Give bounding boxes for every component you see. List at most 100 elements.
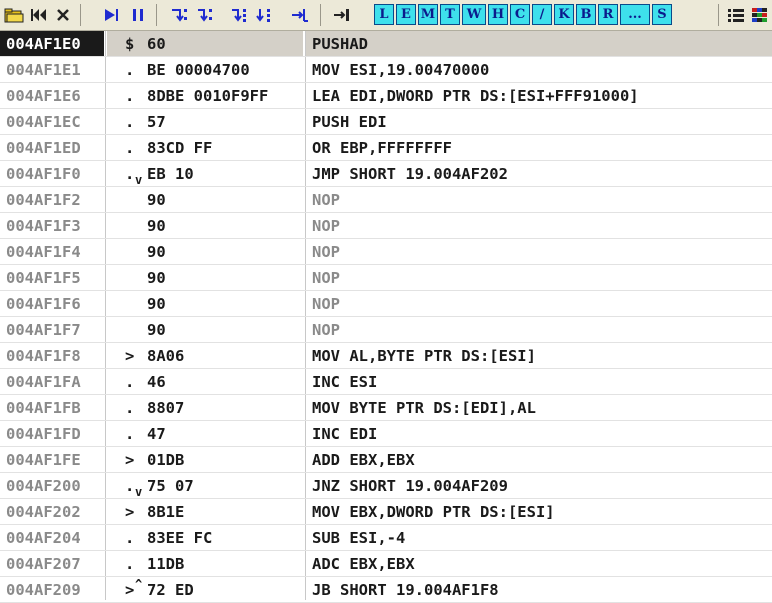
references-window-button[interactable]: R [598,4,618,25]
pause-icon[interactable] [126,4,150,25]
hex-dump-cell: . 8DBE 0010F9FF [107,83,303,109]
address-cell: 004AF1F5 [6,269,81,287]
disasm-row[interactable]: 004AF1F6 90 NOP [0,291,772,317]
disasm-row[interactable]: 004AF1FE >01DB ADD EBX,EBX [0,447,772,473]
disasm-row[interactable]: 004AF1F2 90 NOP [0,187,772,213]
disasm-row[interactable]: 004AF1FD . 47 INC EDI [0,421,772,447]
cpu-window-button[interactable]: C [510,4,530,25]
disasm-row[interactable]: 004AF1F3 90 NOP [0,213,772,239]
list-icon[interactable] [726,4,746,25]
hex-bytes: 11DB [147,555,185,573]
patches-window-button[interactable]: / [532,4,552,25]
hex-dump-cell: 90 [107,213,303,239]
threads-window-button[interactable]: T [440,4,460,25]
disassembly-cell: NOP [312,243,340,261]
restart-icon[interactable] [28,4,50,25]
trace-into-icon[interactable] [228,4,252,25]
disasm-row[interactable]: 004AF1FB. 8807 MOV BYTE PTR DS:[EDI],AL [0,395,772,421]
go-to-address-icon[interactable] [330,4,354,25]
hex-bytes: 01DB [147,451,185,469]
trace-over-icon[interactable] [254,4,278,25]
disasm-row[interactable]: 004AF1E1. BE 00004700 MOV ESI,19.00470000 [0,57,772,83]
address-cell: 004AF1FD [6,425,81,443]
execute-till-return-icon[interactable] [288,4,312,25]
disassembly-cell: JNZ SHORT 19.004AF209 [312,477,508,495]
flow-marker: > [125,451,135,469]
hex-dump-cell: $60 [107,31,303,57]
disasm-row[interactable]: 004AF1EC. 57 PUSH EDI [0,109,772,135]
disasm-row[interactable]: 004AF1E6. 8DBE 0010F9FF LEA EDI,DWORD PTR … [0,83,772,109]
modules-window-button[interactable]: E [396,4,416,25]
disasm-row[interactable]: 004AF209 >72 ED ^ JB SHORT 19.004AF1F8 [0,577,772,603]
hex-bytes: 8807 [147,399,185,417]
hex-dump-cell: . 47 [107,421,303,447]
disasm-row[interactable]: 004AF200 . 75 07 v JNZ SHORT 19.004AF209 [0,473,772,499]
close-icon[interactable] [52,4,74,25]
step-into-icon[interactable] [168,4,192,25]
hex-dump-cell: 90 [107,187,303,213]
hex-bytes: 47 [147,425,166,443]
hex-dump-cell: . 75 07 v [107,473,303,499]
address-cell: 004AF1F6 [6,295,81,313]
address-cell: 004AF1F4 [6,243,81,261]
hex-bytes: 46 [147,373,166,391]
disassembly-cell: JB SHORT 19.004AF1F8 [312,581,499,599]
address-cell: 004AF1FA [6,373,81,391]
address-cell: 004AF1FE [6,451,81,469]
flow-marker: . [125,529,135,547]
disasm-row[interactable]: 004AF1F8 >8A06 MOV AL,BYTE PTR DS:[ESI] [0,343,772,369]
disasm-row[interactable]: 004AF202 >8B1E MOV EBX,DWORD PTR DS:[ESI] [0,499,772,525]
handles-window-button[interactable]: H [488,4,508,25]
disassembly-cell: MOV EBX,DWORD PTR DS:[ESI] [312,503,555,521]
windows-list-button[interactable]: W [462,4,486,25]
address-cell: 004AF204 [6,529,81,547]
flow-marker: > [125,503,135,521]
breakpoints-window-button[interactable]: B [576,4,596,25]
disasm-row[interactable]: 004AF1F0 . EB 10 v JMP SHORT 19.004AF202 [0,161,772,187]
run-icon[interactable] [98,4,124,25]
call-stack-button[interactable]: K [554,4,574,25]
flow-marker: $ [125,35,135,53]
step-over-icon[interactable] [194,4,218,25]
log-window-button[interactable]: L [374,4,394,25]
disassembly-cell: SUB ESI,-4 [312,529,406,547]
address-cell: 004AF1F7 [6,321,81,339]
hex-bytes: 90 [147,191,166,209]
hex-bytes: 90 [147,321,166,339]
disasm-row[interactable]: 004AF1F5 90 NOP [0,265,772,291]
disasm-row[interactable]: 004AF207. 11DB ADC EBX,EBX [0,551,772,577]
disassembly-cell: JMP SHORT 19.004AF202 [312,165,508,183]
disasm-row[interactable]: 004AF1F7 90 NOP [0,317,772,343]
disassembly-cell: MOV ESI,19.00470000 [312,61,490,79]
address-cell: 004AF209 [6,581,81,599]
address-cell: 004AF1F0 [6,165,81,183]
disassembly-cell: MOV BYTE PTR DS:[EDI],AL [312,399,536,417]
address-cell: 004AF202 [6,503,81,521]
hex-bytes: 72 ED [147,581,194,599]
hex-bytes: BE 00004700 [147,61,250,79]
source-window-button[interactable]: S [652,4,672,25]
disassembly-cell: LEA EDI,DWORD PTR DS:[ESI+FFF91000] [312,87,639,105]
open-file-icon[interactable] [3,4,25,25]
disassembly-cell: OR EBP,FFFFFFFF [312,139,452,157]
hex-bytes: 83CD FF [147,139,213,157]
disasm-row[interactable]: 004AF1FA. 46 INC ESI [0,369,772,395]
memory-map-button[interactable]: M [418,4,438,25]
flow-marker: . [125,399,135,417]
hex-bytes: 8DBE 0010F9FF [147,87,269,105]
disasm-row[interactable]: 004AF1F4 90 NOP [0,239,772,265]
disasm-row[interactable]: 004AF1E0 $60 PUSHAD [0,31,772,57]
address-cell: 004AF1F3 [6,217,81,235]
appearance-grid-icon[interactable] [750,4,770,25]
hex-bytes: 90 [147,243,166,261]
hex-dump-cell: 90 [107,291,303,317]
disassembly-cell: PUSHAD [306,31,772,57]
flow-marker: . [125,113,135,131]
disasm-row[interactable]: 004AF1ED. 83CD FF OR EBP,FFFFFFFF [0,135,772,161]
disasm-row[interactable]: 004AF204 . 83EE FC SUB ESI,-4 [0,525,772,551]
address-cell: 004AF200 [6,477,81,495]
run-trace-button[interactable]: ... [620,4,650,25]
hex-dump-cell: . 83EE FC [107,525,303,551]
jump-up-arrow-icon: ^ [135,577,143,591]
disassembly-cell: INC EDI [312,425,378,443]
